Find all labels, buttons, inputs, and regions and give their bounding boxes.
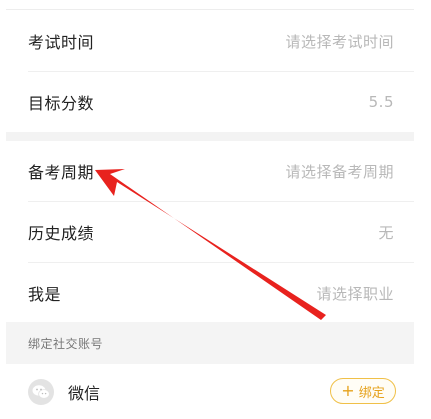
social-section-header: 绑定社交账号 [6,322,414,364]
occupation-label: 我是 [28,285,62,304]
wechat-row: 微信 + 绑定 [6,364,414,419]
history-score-row[interactable]: 历史成绩 无 [6,202,414,262]
bind-wechat-button[interactable]: + 绑定 [330,378,396,404]
target-score-row[interactable]: 目标分数 5.5 [6,72,414,132]
wechat-label: 微信 [68,383,101,403]
settings-screen: 考试时间 请选择考试时间 目标分数 5.5 备考周期 请选择备考周期 历史成绩 … [6,0,414,419]
exam-time-value: 请选择考试时间 [285,32,394,51]
target-score-value: 5.5 [368,93,394,111]
exam-time-row[interactable]: 考试时间 请选择考试时间 [6,11,414,71]
history-score-value: 无 [378,223,394,242]
section-gap [6,132,414,141]
target-score-label: 目标分数 [28,94,95,113]
plus-icon: + [341,381,355,400]
top-strip [6,0,414,10]
wechat-icon [28,378,54,405]
occupation-row[interactable]: 我是 请选择职业 [6,263,414,323]
prep-period-row[interactable]: 备考周期 请选择备考周期 [6,141,414,201]
prep-period-label: 备考周期 [28,163,95,182]
history-score-label: 历史成绩 [28,224,95,243]
social-section-title: 绑定社交账号 [28,336,104,351]
wechat-glyph [32,384,50,399]
bind-button-label: 绑定 [358,385,385,401]
occupation-value: 请选择职业 [316,284,394,303]
exam-time-label: 考试时间 [28,33,95,52]
prep-period-value: 请选择备考周期 [285,162,394,181]
